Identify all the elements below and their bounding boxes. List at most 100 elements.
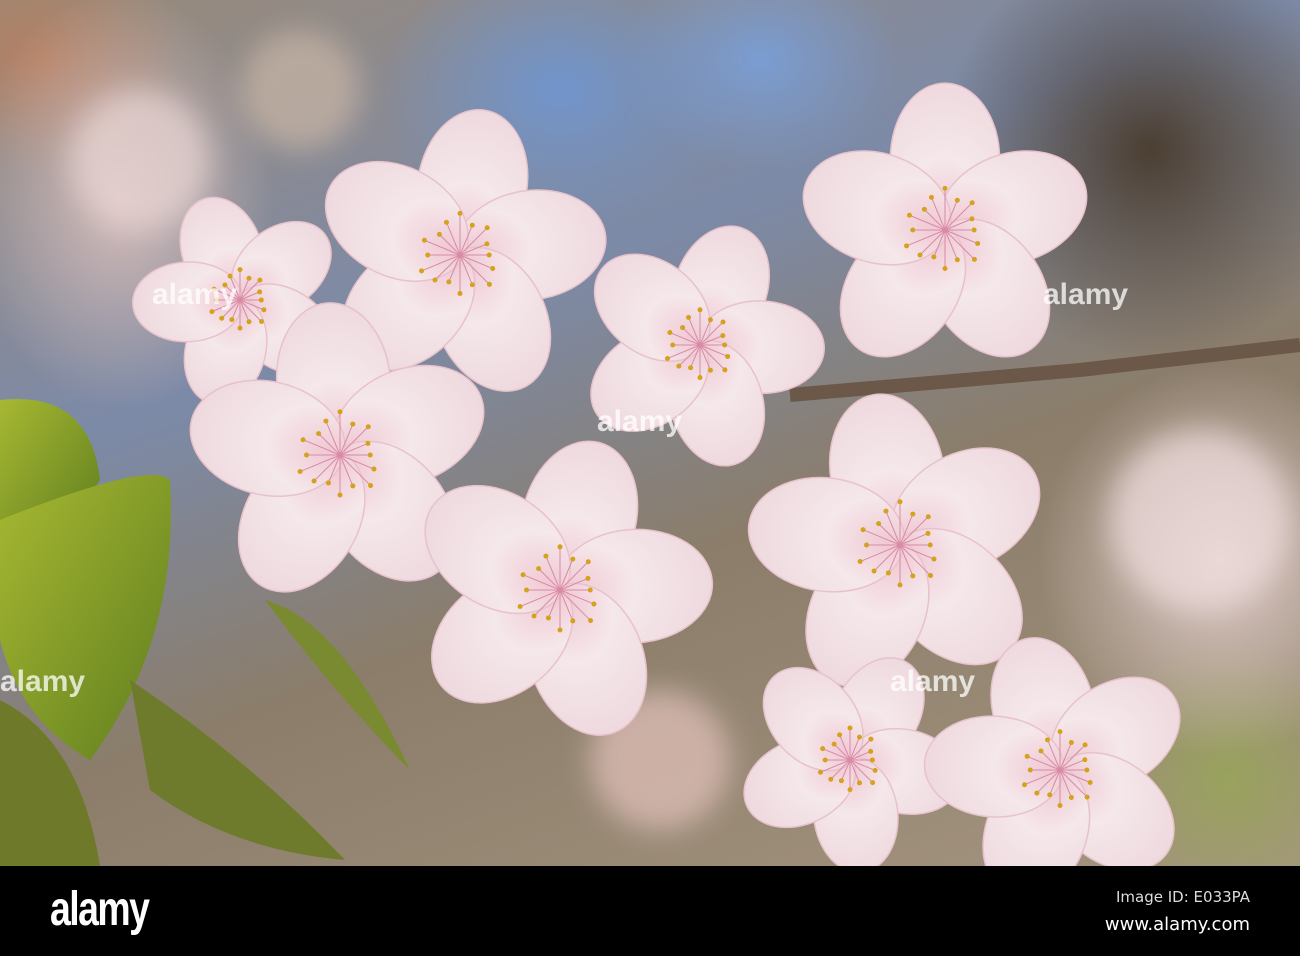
anther: [670, 342, 676, 348]
anther: [904, 243, 910, 249]
anther: [725, 353, 731, 359]
anther: [1087, 779, 1093, 785]
anther: [1038, 748, 1044, 754]
anther: [297, 469, 303, 475]
anther: [311, 478, 317, 484]
anther: [237, 325, 243, 331]
anther: [856, 734, 862, 740]
anther: [971, 227, 977, 233]
anther: [1045, 737, 1051, 743]
anther: [570, 556, 576, 562]
anther: [837, 732, 843, 738]
anther: [667, 330, 673, 336]
anther: [910, 227, 916, 233]
anther: [350, 483, 356, 489]
anther: [917, 252, 923, 258]
anther: [1027, 767, 1033, 773]
anther: [517, 604, 523, 610]
anther: [688, 365, 694, 371]
anther: [588, 618, 594, 624]
anther: [258, 297, 264, 303]
anther: [300, 437, 306, 443]
anther: [897, 499, 903, 505]
anther: [531, 613, 537, 619]
anther: [1068, 740, 1074, 746]
anther: [822, 757, 828, 763]
anther: [350, 421, 356, 427]
anther: [897, 582, 903, 588]
anther: [928, 194, 934, 200]
anther: [868, 736, 874, 742]
anther: [419, 268, 425, 274]
anther: [883, 508, 889, 514]
anther: [707, 317, 713, 323]
anther: [856, 780, 862, 786]
anther: [432, 277, 438, 283]
anther: [910, 511, 916, 517]
anther: [1084, 794, 1090, 800]
anther: [246, 319, 252, 325]
anther: [520, 572, 526, 578]
anther: [591, 601, 597, 607]
anther: [219, 315, 225, 321]
anther: [457, 290, 463, 296]
anther: [585, 559, 591, 565]
anther: [697, 307, 703, 313]
anther: [697, 375, 703, 381]
anther: [1022, 782, 1028, 788]
anther: [536, 566, 542, 572]
anther: [942, 185, 948, 191]
anther: [457, 210, 463, 216]
anther: [371, 466, 377, 472]
anther: [971, 256, 977, 262]
anther: [484, 241, 490, 247]
anther: [367, 452, 373, 458]
anther: [928, 573, 934, 579]
anther: [925, 530, 931, 536]
anther: [969, 200, 975, 206]
anther: [365, 424, 371, 430]
anther: [942, 265, 948, 271]
anther: [425, 252, 431, 258]
anther: [229, 317, 235, 323]
anther: [676, 363, 682, 369]
anther: [585, 575, 591, 581]
anther: [337, 492, 343, 498]
anther: [443, 219, 449, 225]
anther: [587, 587, 593, 593]
anther: [722, 342, 728, 348]
cherry-blossom-photo: alamy alamy alamy alamy alamy: [0, 0, 1300, 866]
anther: [368, 483, 374, 489]
anther: [876, 521, 882, 527]
anther: [486, 252, 492, 258]
anther: [421, 237, 427, 243]
anther: [237, 267, 243, 273]
anther: [1057, 803, 1063, 809]
alamy-logo[interactable]: alamy: [50, 882, 150, 937]
site-url[interactable]: www.alamy.com: [1105, 914, 1250, 935]
anther: [931, 556, 937, 562]
anther: [870, 780, 876, 786]
anther: [954, 197, 960, 203]
anther: [545, 615, 551, 621]
anther: [304, 452, 310, 458]
anther: [847, 725, 853, 731]
image-id: Image ID: E033PA: [1116, 888, 1250, 906]
anther: [847, 787, 853, 793]
anther: [1047, 792, 1053, 798]
anther: [486, 281, 492, 287]
anther: [871, 568, 877, 574]
anther: [664, 355, 670, 361]
anther: [869, 757, 875, 763]
anther: [257, 289, 263, 295]
anther: [868, 748, 874, 754]
anther: [872, 767, 878, 773]
anther: [828, 776, 834, 782]
anther: [838, 778, 844, 784]
anther: [469, 222, 475, 228]
anther: [557, 627, 563, 633]
anther: [469, 282, 475, 288]
anther: [820, 746, 826, 752]
watermark-text: alamy: [890, 665, 976, 698]
anther: [484, 225, 490, 231]
